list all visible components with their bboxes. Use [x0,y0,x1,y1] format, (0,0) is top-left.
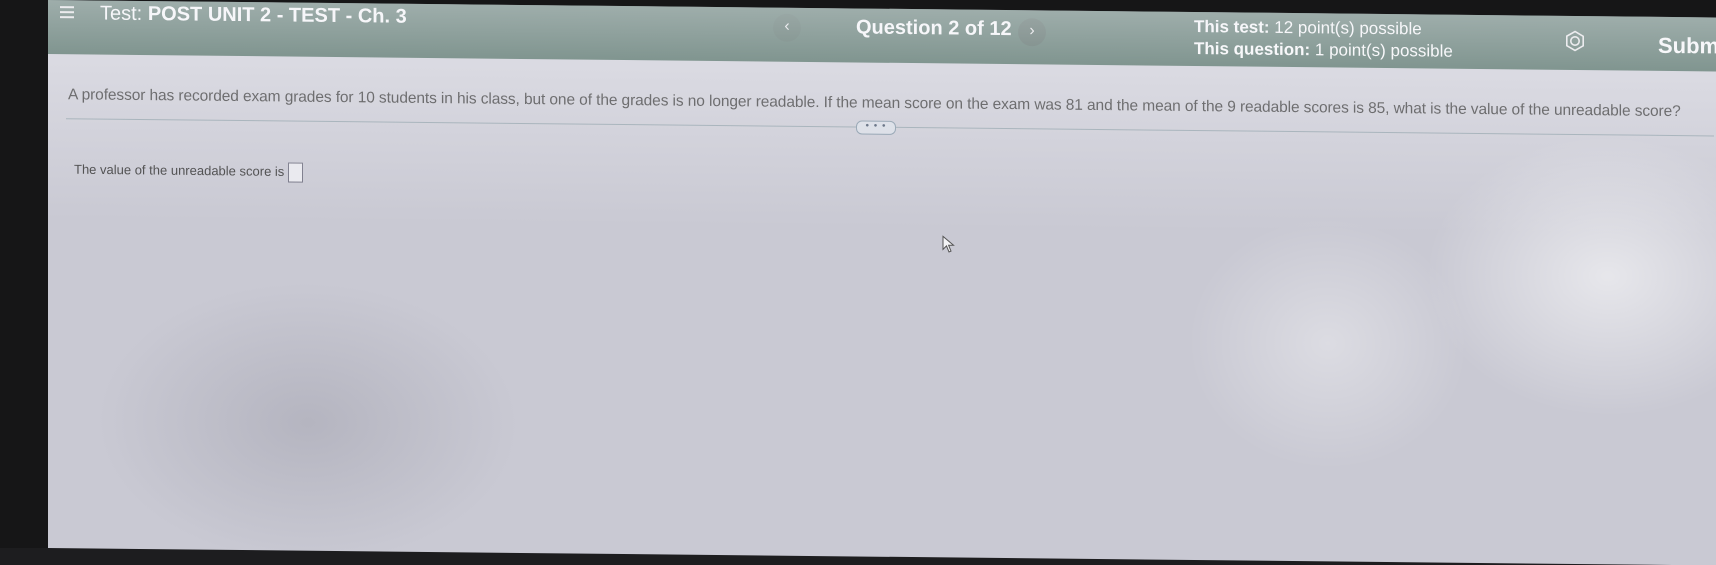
chevron-left-icon: ‹ [784,17,790,35]
submit-test-button[interactable]: Submi [1658,33,1716,60]
previous-question-button[interactable]: ‹ [773,13,801,42]
points-info: This test: 12 point(s) possible This que… [1194,16,1453,63]
question-counter: Question 2 of 12 [856,16,1012,41]
answer-input[interactable] [288,162,304,183]
question-points: This question: 1 point(s) possible [1194,39,1453,61]
expand-more-button[interactable]: • • • [856,120,896,135]
test-points: This test: 12 point(s) possible [1194,17,1422,39]
mouse-cursor-icon [942,235,956,253]
answer-row: The value of the unreadable score is [74,160,304,183]
menu-icon[interactable] [60,6,74,20]
question-text: A professor has recorded exam grades for… [68,86,1681,121]
test-title-text: POST UNIT 2 - TEST - Ch. 3 [147,3,407,28]
screen-glare [48,0,1716,565]
answer-prompt: The value of the unreadable score is [74,161,285,179]
test-title-prefix: Test: [100,2,143,25]
screen: Test: POST UNIT 2 - TEST - Ch. 3 ‹ Quest… [48,0,1716,565]
test-title: Test: POST UNIT 2 - TEST - Ch. 3 [100,3,407,29]
chevron-right-icon: › [1029,22,1035,40]
next-question-button[interactable]: › [1018,18,1046,47]
gear-icon[interactable] [1564,30,1586,52]
